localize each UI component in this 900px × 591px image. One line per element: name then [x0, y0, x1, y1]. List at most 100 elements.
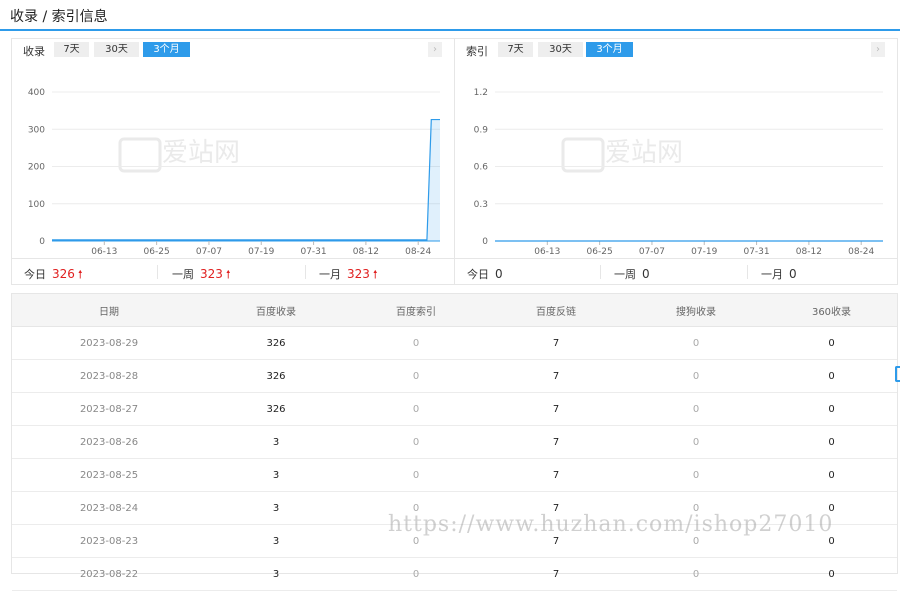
- stat-value: 0: [642, 267, 650, 281]
- x-tick-label: 06-25: [587, 247, 613, 257]
- table-row: 2023-08-22 3 0 7 0 0: [12, 557, 897, 591]
- cell-baidu-backlinks: 7: [486, 458, 626, 492]
- inclusion-stats: 今日 326 🠕 一周 323 🠕 一月 323 🠕: [12, 258, 454, 286]
- column-header-baidu-index[interactable]: 百度索引: [346, 294, 486, 327]
- x-tick-label: 06-25: [144, 247, 170, 257]
- stat-label: 一周: [172, 268, 194, 281]
- section-header: 收录 / 索引信息: [0, 0, 900, 31]
- cell-360-inclusion: 0: [766, 392, 897, 426]
- tab-30-days[interactable]: 30天: [538, 42, 583, 57]
- stat-week: 一周 0: [614, 266, 650, 282]
- column-header-baidu-inclusion[interactable]: 百度收录: [206, 294, 346, 327]
- x-tick-label: 08-24: [848, 247, 874, 257]
- cell-baidu-index: 0: [346, 392, 486, 426]
- y-tick-label: 0: [39, 237, 45, 247]
- stat-week: 一周 323 🠕: [172, 266, 231, 285]
- chart-header: 索引 7天 30天 3个月 ›: [455, 39, 897, 61]
- cell-baidu-index: 0: [346, 359, 486, 393]
- stat-label: 一月: [761, 268, 783, 281]
- table-row: 2023-08-23 3 0 7 0 0: [12, 524, 897, 558]
- x-tick-label: 07-19: [248, 247, 274, 257]
- index-chart-panel: 索引 7天 30天 3个月 › 爱站网 0 0.3 0.6 0.9 1.2 06-13 06-…: [455, 38, 898, 285]
- cell-date: 2023-08-24: [12, 491, 206, 525]
- cell-date: 2023-08-29: [12, 326, 206, 360]
- x-tick-label: 07-19: [691, 247, 717, 257]
- x-tick-label: 08-12: [353, 247, 379, 257]
- stat-label: 今日: [24, 268, 46, 281]
- cell-baidu-index: 0: [346, 458, 486, 492]
- cell-baidu-backlinks: 7: [486, 524, 626, 558]
- cell-baidu-index: 0: [346, 425, 486, 459]
- series-area: [52, 119, 440, 241]
- tab-3-months[interactable]: 3个月: [586, 42, 633, 57]
- cell-360-inclusion: 0: [766, 359, 897, 393]
- tab-30-days[interactable]: 30天: [94, 42, 139, 57]
- cell-baidu-backlinks: 7: [486, 491, 626, 525]
- inclusion-chart-panel: 收录 7天 30天 3个月 › 爱站网 0 100 200 300 400 06-13 06-…: [11, 38, 455, 285]
- cell-baidu-inclusion: 326: [206, 359, 346, 393]
- column-header-date[interactable]: 日期: [12, 294, 206, 327]
- divider: [305, 265, 306, 279]
- divider: [747, 265, 748, 279]
- table-header-row: 日期 百度收录 百度索引 百度反链 搜狗收录 360收录: [12, 294, 897, 327]
- y-tick-label: 0.6: [474, 163, 489, 173]
- x-tick-label: 07-07: [639, 247, 665, 257]
- side-widget-edge[interactable]: [895, 366, 900, 382]
- stat-value: 0: [495, 267, 503, 281]
- stat-label: 今日: [467, 268, 489, 281]
- cell-baidu-index: 0: [346, 557, 486, 591]
- chart-label: 索引: [466, 45, 488, 58]
- arrow-up-icon: 🠕: [225, 268, 231, 281]
- stat-today: 今日 326 🠕: [24, 266, 83, 285]
- cell-baidu-inclusion: 326: [206, 326, 346, 360]
- x-tick-label: 07-07: [196, 247, 222, 257]
- y-tick-label: 100: [28, 200, 45, 210]
- cell-baidu-inclusion: 3: [206, 425, 346, 459]
- cell-360-inclusion: 0: [766, 557, 897, 591]
- series-line: [52, 118, 440, 241]
- cell-baidu-inclusion: 3: [206, 458, 346, 492]
- cell-sogou-inclusion: 0: [626, 524, 766, 558]
- watermark-logo: 爱站网: [605, 138, 683, 168]
- table-row: 2023-08-26 3 0 7 0 0: [12, 425, 897, 459]
- tab-3-months[interactable]: 3个月: [143, 42, 190, 57]
- y-tick-label: 300: [28, 125, 45, 135]
- column-header-baidu-backlinks[interactable]: 百度反链: [486, 294, 626, 327]
- x-tick-label: 08-24: [405, 247, 431, 257]
- y-tick-label: 400: [28, 88, 45, 98]
- chevron-right-icon[interactable]: ›: [871, 42, 885, 57]
- cell-date: 2023-08-23: [12, 524, 206, 558]
- stat-label: 一月: [319, 268, 341, 281]
- y-tick-label: 0: [482, 237, 488, 247]
- chevron-right-icon[interactable]: ›: [428, 42, 442, 57]
- data-table-container: 日期 百度收录 百度索引 百度反链 搜狗收录 360收录 2023-08-29 3…: [11, 293, 898, 591]
- cell-baidu-backlinks: 7: [486, 359, 626, 393]
- cell-360-inclusion: 0: [766, 458, 897, 492]
- column-header-360-inclusion[interactable]: 360收录: [766, 294, 897, 327]
- cell-date: 2023-08-22: [12, 557, 206, 591]
- table-row: 2023-08-25 3 0 7 0 0: [12, 458, 897, 492]
- cell-sogou-inclusion: 0: [626, 359, 766, 393]
- cell-baidu-inclusion: 3: [206, 557, 346, 591]
- cell-360-inclusion: 0: [766, 326, 897, 360]
- x-tick-label: 08-12: [796, 247, 822, 257]
- cell-date: 2023-08-27: [12, 392, 206, 426]
- cell-sogou-inclusion: 0: [626, 458, 766, 492]
- cell-360-inclusion: 0: [766, 524, 897, 558]
- column-header-sogou-inclusion[interactable]: 搜狗收录: [626, 294, 766, 327]
- cell-baidu-inclusion: 3: [206, 524, 346, 558]
- cell-baidu-backlinks: 7: [486, 392, 626, 426]
- cell-baidu-inclusion: 3: [206, 491, 346, 525]
- cell-baidu-inclusion: 326: [206, 392, 346, 426]
- cell-sogou-inclusion: 0: [626, 491, 766, 525]
- stat-value: 323: [200, 267, 223, 281]
- tab-7-days[interactable]: 7天: [54, 42, 89, 57]
- chart-label: 收录: [23, 45, 45, 58]
- table-row: 2023-08-28 326 0 7 0 0: [12, 359, 897, 393]
- cell-baidu-index: 0: [346, 491, 486, 525]
- tab-7-days[interactable]: 7天: [498, 42, 533, 57]
- stat-month: 一月 323 🠕: [319, 266, 378, 285]
- stat-month: 一月 0: [761, 266, 797, 282]
- x-tick-label: 06-13: [91, 247, 117, 257]
- x-tick-label: 07-31: [300, 247, 326, 257]
